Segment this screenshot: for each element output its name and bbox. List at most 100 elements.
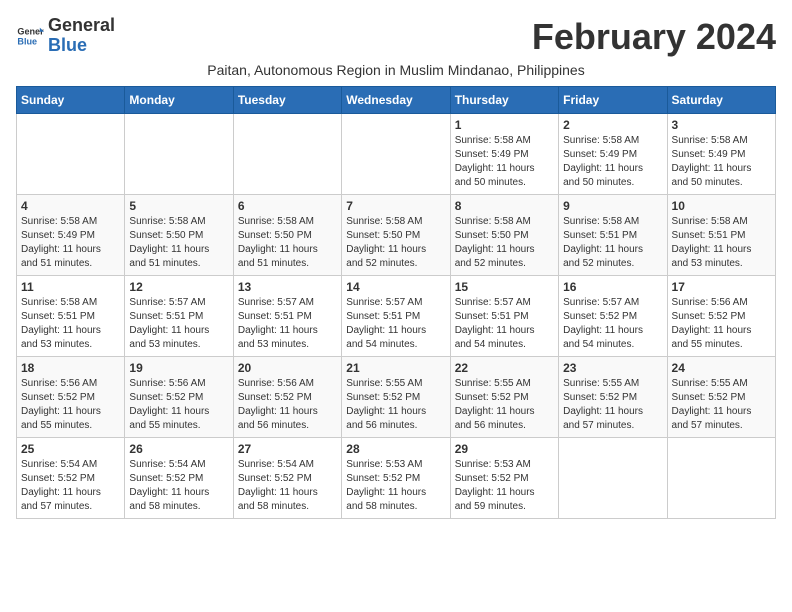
- day-detail: Sunrise: 5:54 AMSunset: 5:52 PMDaylight:…: [238, 458, 337, 514]
- day-number: 13: [238, 280, 337, 294]
- calendar-day-cell: 9Sunrise: 5:58 AMSunset: 5:51 PMDaylight…: [559, 195, 667, 276]
- calendar-day-cell: 19 Sunrise: 5:56 AMSunset: 5:52 PMDayligh…: [125, 357, 233, 438]
- calendar-day-cell: 12 Sunrise: 5:57 AMSunset: 5:51 PMDayligh…: [125, 276, 233, 357]
- day-detail: Sunrise: 5:55 AMSunset: 5:52 PMDaylight:…: [455, 377, 554, 433]
- day-number: 2: [563, 118, 662, 132]
- month-title: February 2024: [532, 16, 776, 58]
- calendar-day-cell: 11 Sunrise: 5:58 AMSunset: 5:51 PMDayligh…: [17, 276, 125, 357]
- calendar-day-cell: [233, 114, 341, 195]
- calendar-week-row: 4 Sunrise: 5:58 AMSunset: 5:49 PMDaylight…: [17, 195, 776, 276]
- calendar-day-cell: 24Sunrise: 5:55 AMSunset: 5:52 PMDayligh…: [667, 357, 775, 438]
- calendar-day-cell: 5 Sunrise: 5:58 AMSunset: 5:50 PMDaylight…: [125, 195, 233, 276]
- day-number: 8: [455, 199, 554, 213]
- day-number: 23: [563, 361, 662, 375]
- calendar-header-row: SundayMondayTuesdayWednesdayThursdayFrid…: [17, 87, 776, 114]
- day-detail: Sunrise: 5:58 AMSunset: 5:49 PMDaylight:…: [21, 215, 120, 271]
- day-detail: Sunrise: 5:57 AMSunset: 5:51 PMDaylight:…: [238, 296, 337, 352]
- day-number: 26: [129, 442, 228, 456]
- calendar-day-cell: 8 Sunrise: 5:58 AMSunset: 5:50 PMDaylight…: [450, 195, 558, 276]
- day-detail: Sunrise: 5:58 AMSunset: 5:50 PMDaylight:…: [238, 215, 337, 271]
- day-number: 4: [21, 199, 120, 213]
- calendar-day-cell: [17, 114, 125, 195]
- day-detail: Sunrise: 5:56 AMSunset: 5:52 PMDaylight:…: [129, 377, 228, 433]
- calendar-day-cell: 10 Sunrise: 5:58 AMSunset: 5:51 PMDayligh…: [667, 195, 775, 276]
- calendar-day-cell: 3Sunrise: 5:58 AMSunset: 5:49 PMDaylight…: [667, 114, 775, 195]
- day-detail: Sunrise: 5:53 AMSunset: 5:52 PMDaylight:…: [346, 458, 445, 514]
- day-detail: Sunrise: 5:56 AMSunset: 5:52 PMDaylight:…: [238, 377, 337, 433]
- day-number: 5: [129, 199, 228, 213]
- day-detail: Sunrise: 5:55 AMSunset: 5:52 PMDaylight:…: [672, 377, 771, 433]
- header: General Blue General Blue February 2024: [16, 16, 776, 58]
- day-of-week-header: Tuesday: [233, 87, 341, 114]
- logo: General Blue General Blue: [16, 16, 115, 56]
- calendar-day-cell: 21 Sunrise: 5:55 AMSunset: 5:52 PMDayligh…: [342, 357, 450, 438]
- calendar-day-cell: 28 Sunrise: 5:53 AMSunset: 5:52 PMDayligh…: [342, 438, 450, 519]
- day-number: 29: [455, 442, 554, 456]
- calendar-day-cell: [125, 114, 233, 195]
- day-number: 12: [129, 280, 228, 294]
- calendar-day-cell: 1 Sunrise: 5:58 AMSunset: 5:49 PMDaylight…: [450, 114, 558, 195]
- day-detail: Sunrise: 5:55 AMSunset: 5:52 PMDaylight:…: [563, 377, 662, 433]
- calendar-body: 1 Sunrise: 5:58 AMSunset: 5:49 PMDaylight…: [17, 114, 776, 519]
- day-number: 7: [346, 199, 445, 213]
- calendar-week-row: 25 Sunrise: 5:54 AMSunset: 5:52 PMDayligh…: [17, 438, 776, 519]
- calendar-day-cell: 2Sunrise: 5:58 AMSunset: 5:49 PMDaylight…: [559, 114, 667, 195]
- calendar-day-cell: 13 Sunrise: 5:57 AMSunset: 5:51 PMDayligh…: [233, 276, 341, 357]
- day-number: 6: [238, 199, 337, 213]
- calendar-day-cell: [667, 438, 775, 519]
- calendar-day-cell: 14 Sunrise: 5:57 AMSunset: 5:51 PMDayligh…: [342, 276, 450, 357]
- day-number: 15: [455, 280, 554, 294]
- calendar-day-cell: 20Sunrise: 5:56 AMSunset: 5:52 PMDayligh…: [233, 357, 341, 438]
- subtitle: Paitan, Autonomous Region in Muslim Mind…: [16, 62, 776, 78]
- calendar-day-cell: [342, 114, 450, 195]
- day-of-week-header: Friday: [559, 87, 667, 114]
- calendar-week-row: 11 Sunrise: 5:58 AMSunset: 5:51 PMDayligh…: [17, 276, 776, 357]
- day-detail: Sunrise: 5:58 AMSunset: 5:51 PMDaylight:…: [672, 215, 771, 271]
- calendar-day-cell: 23 Sunrise: 5:55 AMSunset: 5:52 PMDayligh…: [559, 357, 667, 438]
- day-detail: Sunrise: 5:58 AMSunset: 5:49 PMDaylight:…: [455, 134, 554, 190]
- day-detail: Sunrise: 5:58 AMSunset: 5:51 PMDaylight:…: [21, 296, 120, 352]
- day-detail: Sunrise: 5:57 AMSunset: 5:51 PMDaylight:…: [346, 296, 445, 352]
- day-number: 25: [21, 442, 120, 456]
- day-detail: Sunrise: 5:58 AMSunset: 5:51 PMDaylight:…: [563, 215, 662, 271]
- day-number: 11: [21, 280, 120, 294]
- day-number: 17: [672, 280, 771, 294]
- calendar-day-cell: 27Sunrise: 5:54 AMSunset: 5:52 PMDayligh…: [233, 438, 341, 519]
- calendar-day-cell: 22 Sunrise: 5:55 AMSunset: 5:52 PMDayligh…: [450, 357, 558, 438]
- day-number: 22: [455, 361, 554, 375]
- day-of-week-header: Monday: [125, 87, 233, 114]
- calendar-day-cell: 29 Sunrise: 5:53 AMSunset: 5:52 PMDayligh…: [450, 438, 558, 519]
- day-detail: Sunrise: 5:57 AMSunset: 5:52 PMDaylight:…: [563, 296, 662, 352]
- calendar-day-cell: 25Sunrise: 5:54 AMSunset: 5:52 PMDayligh…: [17, 438, 125, 519]
- day-number: 1: [455, 118, 554, 132]
- day-detail: Sunrise: 5:53 AMSunset: 5:52 PMDaylight:…: [455, 458, 554, 514]
- calendar-day-cell: 26 Sunrise: 5:54 AMSunset: 5:52 PMDayligh…: [125, 438, 233, 519]
- calendar-day-cell: 16 Sunrise: 5:57 AMSunset: 5:52 PMDayligh…: [559, 276, 667, 357]
- day-of-week-header: Saturday: [667, 87, 775, 114]
- day-number: 28: [346, 442, 445, 456]
- day-detail: Sunrise: 5:55 AMSunset: 5:52 PMDaylight:…: [346, 377, 445, 433]
- calendar-week-row: 18Sunrise: 5:56 AMSunset: 5:52 PMDayligh…: [17, 357, 776, 438]
- day-detail: Sunrise: 5:57 AMSunset: 5:51 PMDaylight:…: [455, 296, 554, 352]
- day-detail: Sunrise: 5:56 AMSunset: 5:52 PMDaylight:…: [672, 296, 771, 352]
- logo-icon: General Blue: [16, 22, 44, 50]
- calendar-day-cell: 4 Sunrise: 5:58 AMSunset: 5:49 PMDaylight…: [17, 195, 125, 276]
- day-of-week-header: Wednesday: [342, 87, 450, 114]
- day-detail: Sunrise: 5:58 AMSunset: 5:50 PMDaylight:…: [129, 215, 228, 271]
- day-detail: Sunrise: 5:58 AMSunset: 5:49 PMDaylight:…: [672, 134, 771, 190]
- day-detail: Sunrise: 5:58 AMSunset: 5:50 PMDaylight:…: [455, 215, 554, 271]
- day-detail: Sunrise: 5:54 AMSunset: 5:52 PMDaylight:…: [129, 458, 228, 514]
- calendar-week-row: 1 Sunrise: 5:58 AMSunset: 5:49 PMDaylight…: [17, 114, 776, 195]
- day-number: 21: [346, 361, 445, 375]
- day-number: 19: [129, 361, 228, 375]
- calendar-table: SundayMondayTuesdayWednesdayThursdayFrid…: [16, 86, 776, 519]
- calendar-day-cell: 17 Sunrise: 5:56 AMSunset: 5:52 PMDayligh…: [667, 276, 775, 357]
- day-detail: Sunrise: 5:58 AMSunset: 5:50 PMDaylight:…: [346, 215, 445, 271]
- day-detail: Sunrise: 5:56 AMSunset: 5:52 PMDaylight:…: [21, 377, 120, 433]
- day-number: 14: [346, 280, 445, 294]
- day-number: 16: [563, 280, 662, 294]
- calendar-day-cell: 7 Sunrise: 5:58 AMSunset: 5:50 PMDaylight…: [342, 195, 450, 276]
- day-number: 10: [672, 199, 771, 213]
- day-detail: Sunrise: 5:57 AMSunset: 5:51 PMDaylight:…: [129, 296, 228, 352]
- logo-text: General Blue: [48, 16, 115, 56]
